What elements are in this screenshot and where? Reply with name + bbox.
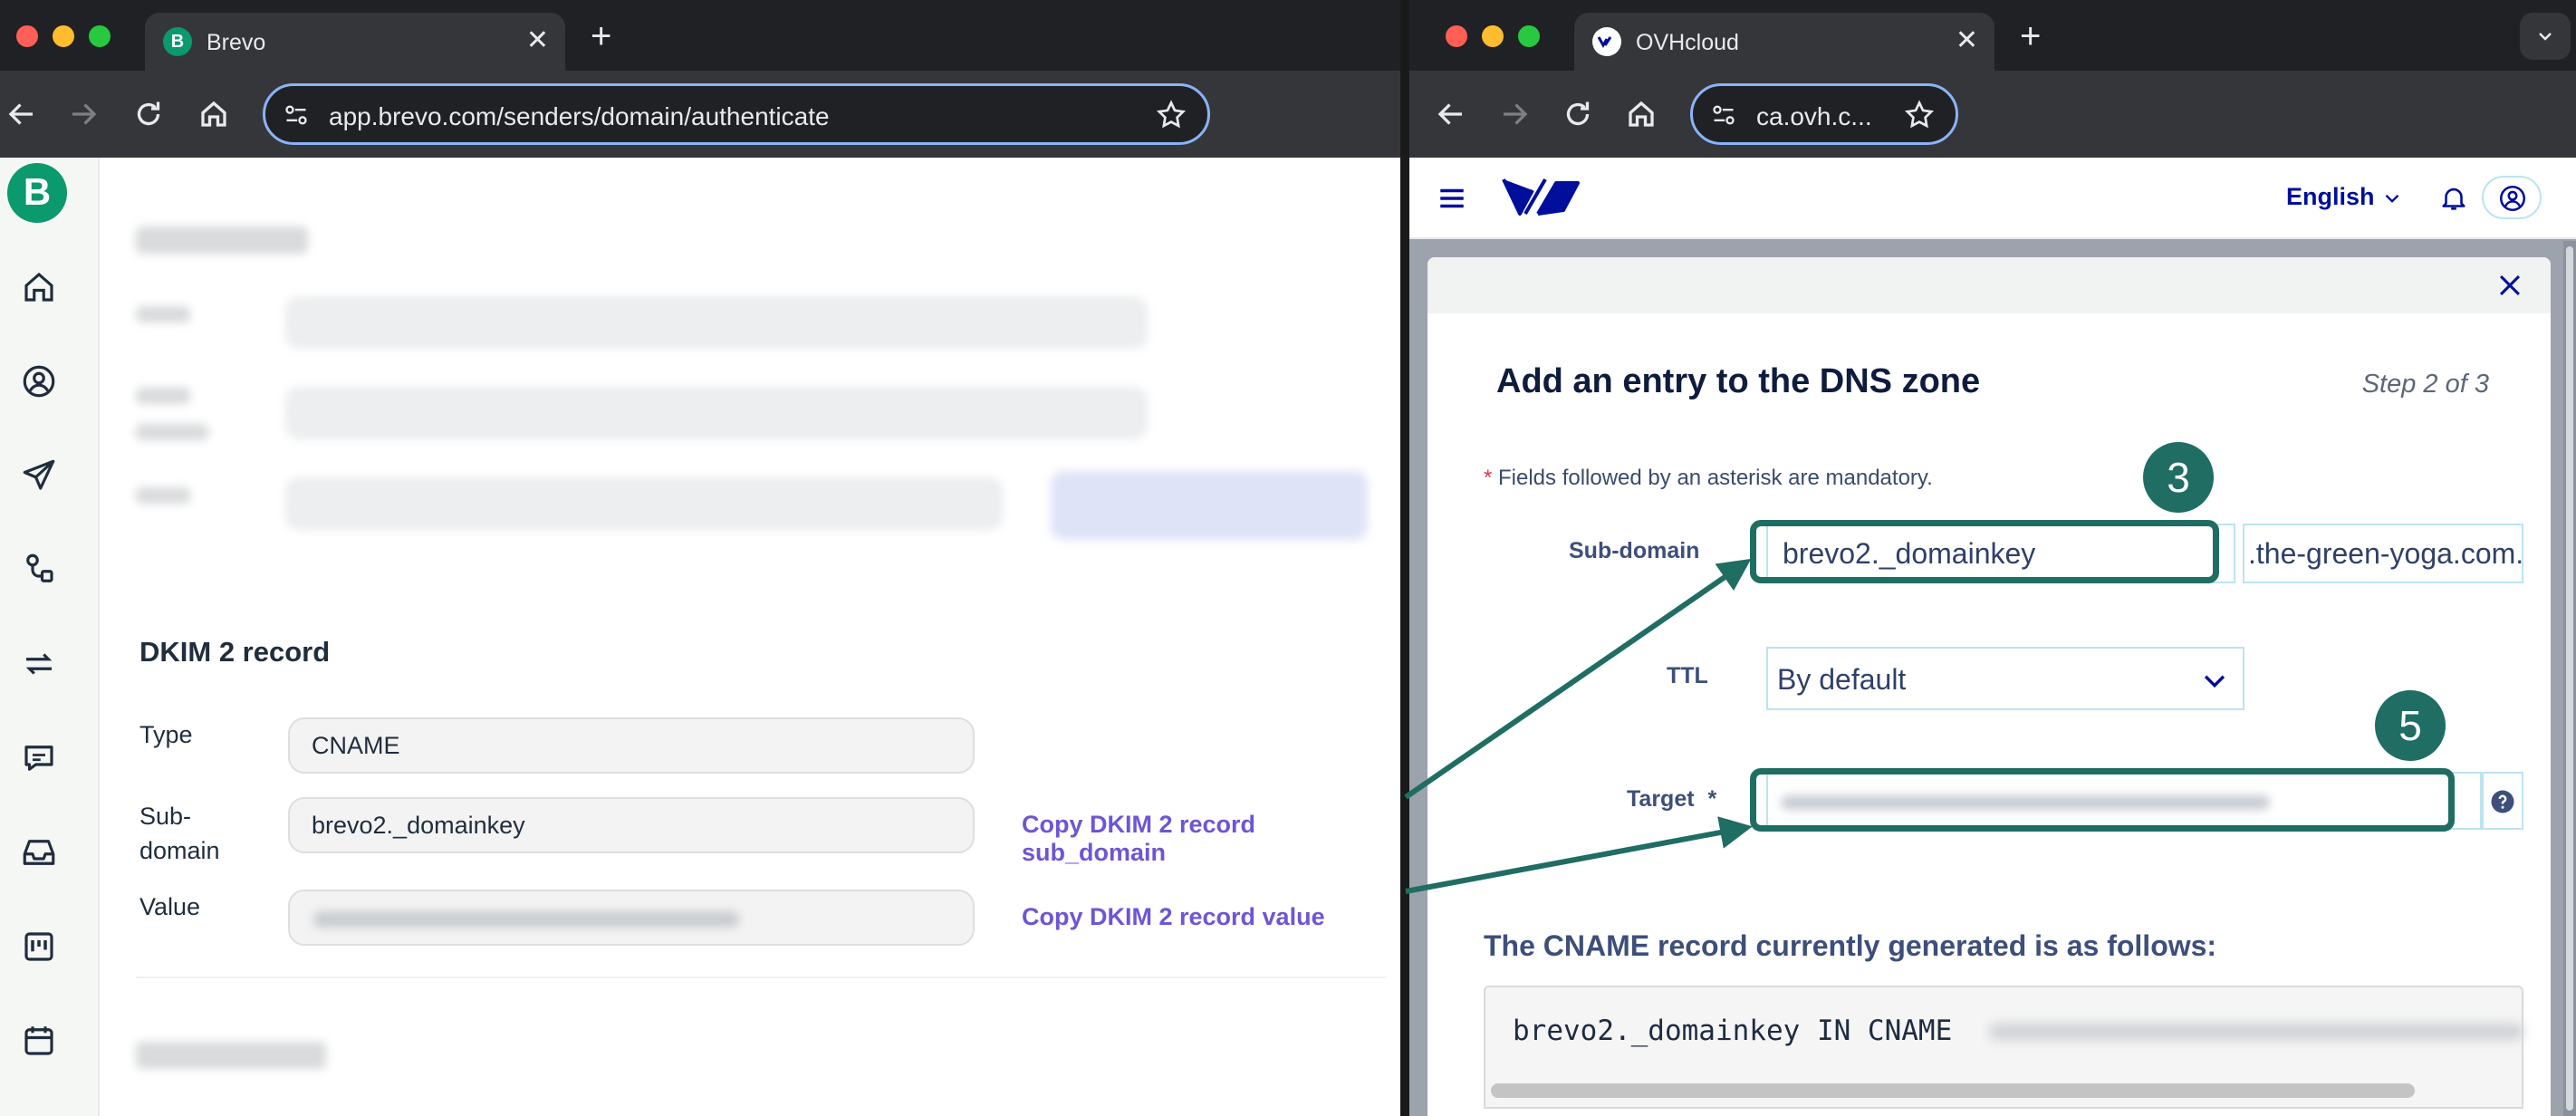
annotation-arrows <box>1404 558 1753 894</box>
arrow-to-target <box>1405 816 1753 894</box>
arrow-to-subdomain <box>1404 558 1752 800</box>
screenshot-root: B Brevo ✕ + app.brevo.com/senders/domain… <box>0 0 2576 1116</box>
